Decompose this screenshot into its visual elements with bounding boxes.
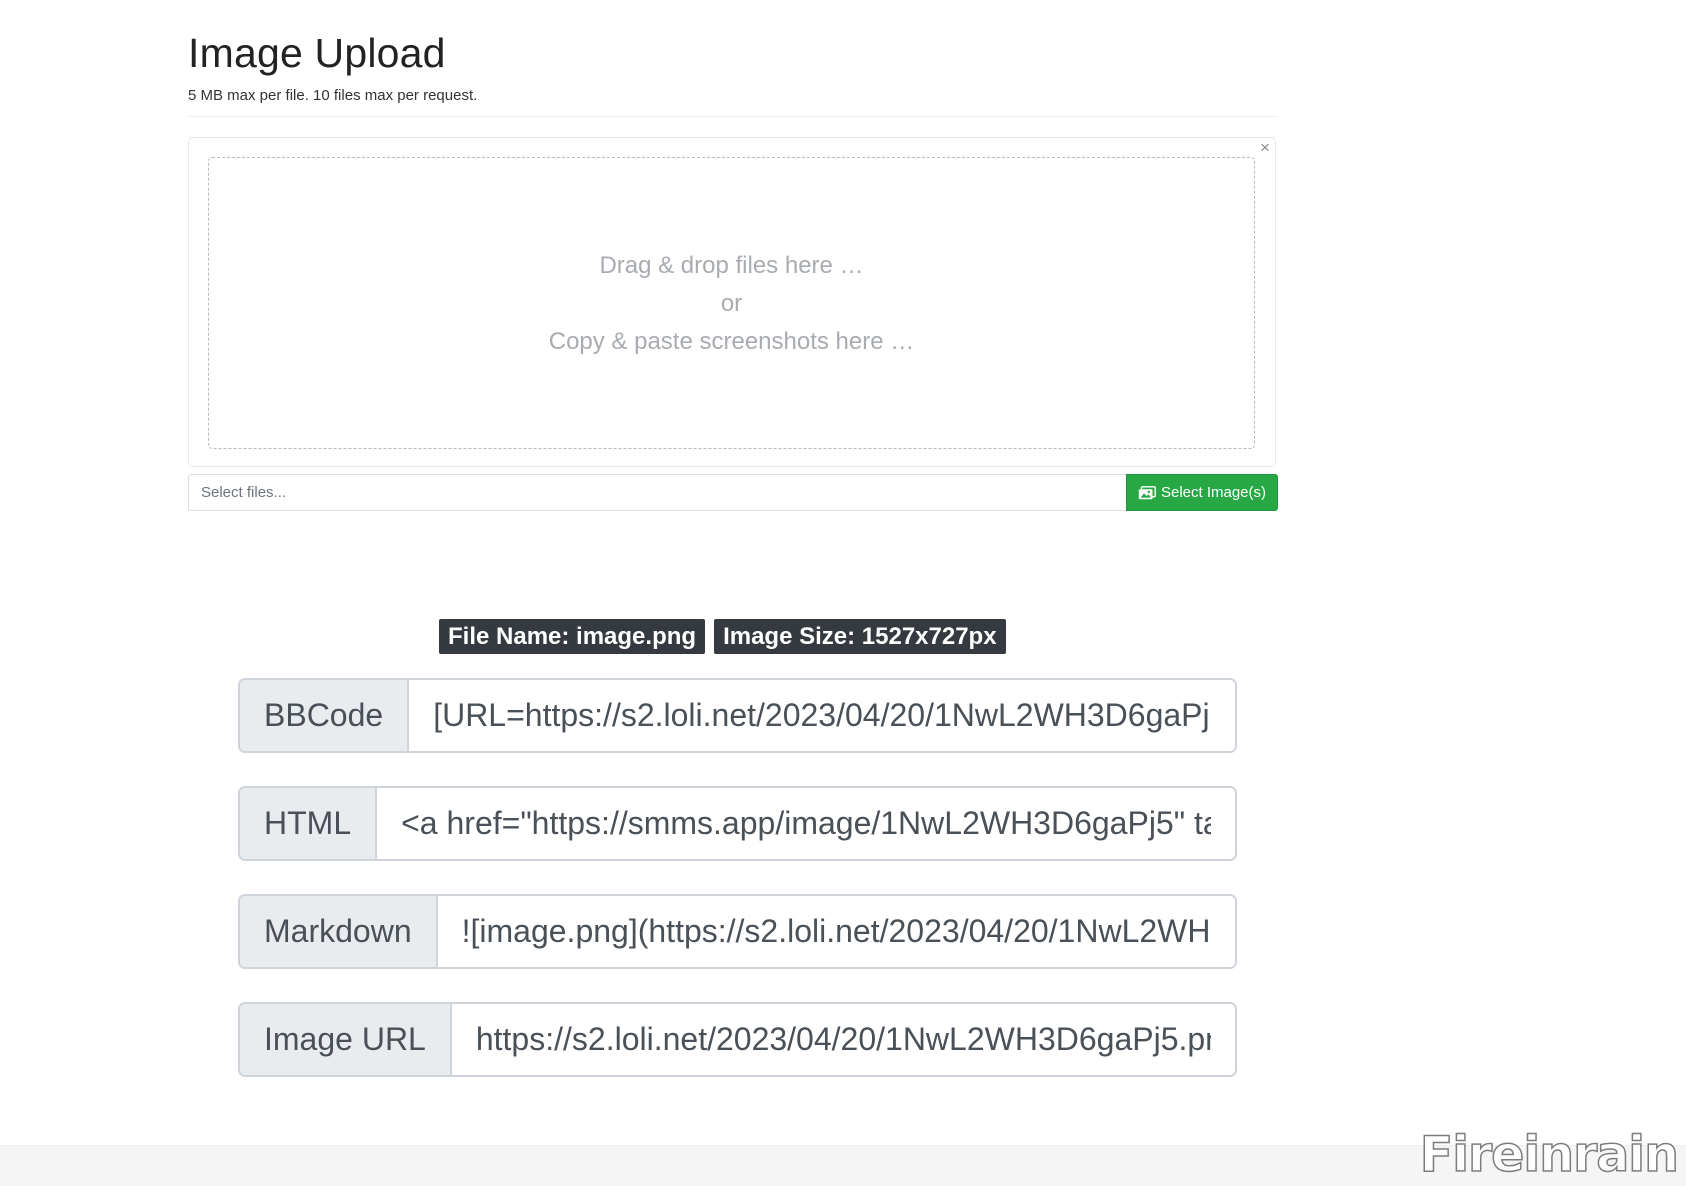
markdown-link-group: Markdown	[238, 894, 1237, 969]
file-input-group: Select files... Select Image(s)	[188, 474, 1278, 511]
select-images-button[interactable]: Select Image(s)	[1126, 474, 1278, 511]
bbcode-link-group: BBCode	[238, 678, 1237, 753]
html-label: HTML	[240, 788, 378, 859]
drop-instruction-or: or	[720, 290, 743, 317]
bbcode-field[interactable]	[409, 680, 1235, 751]
page: Image Upload 5 MB max per file. 10 files…	[0, 0, 1686, 1186]
image-size-badge: Image Size: 1527x727px	[714, 619, 1006, 654]
drop-instruction: Drag & drop files here …	[599, 252, 864, 279]
bbcode-label: BBCode	[240, 680, 410, 751]
html-link-group: HTML	[238, 786, 1237, 861]
image-url-link-group: Image URL	[238, 1002, 1237, 1077]
file-caption-field[interactable]: Select files...	[188, 474, 1126, 511]
paste-instruction: Copy & paste screenshots here …	[548, 328, 915, 355]
select-images-label: Select Image(s)	[1160, 484, 1267, 501]
upload-limits-text: 5 MB max per file. 10 files max per requ…	[188, 87, 478, 104]
markdown-label: Markdown	[240, 896, 438, 967]
markdown-field[interactable]	[437, 896, 1235, 967]
image-url-field[interactable]	[451, 1004, 1235, 1075]
page-title: Image Upload	[188, 30, 446, 76]
images-icon	[1138, 485, 1156, 500]
divider	[188, 116, 1278, 117]
image-info-badges: File Name: image.png Image Size: 1527x72…	[439, 619, 1006, 654]
close-icon[interactable]: ×	[1256, 139, 1274, 157]
file-name-badge: File Name: image.png	[439, 619, 706, 654]
image-url-label: Image URL	[240, 1004, 452, 1075]
watermark: Fireinrain	[1419, 1125, 1680, 1184]
html-field[interactable]	[377, 788, 1235, 859]
